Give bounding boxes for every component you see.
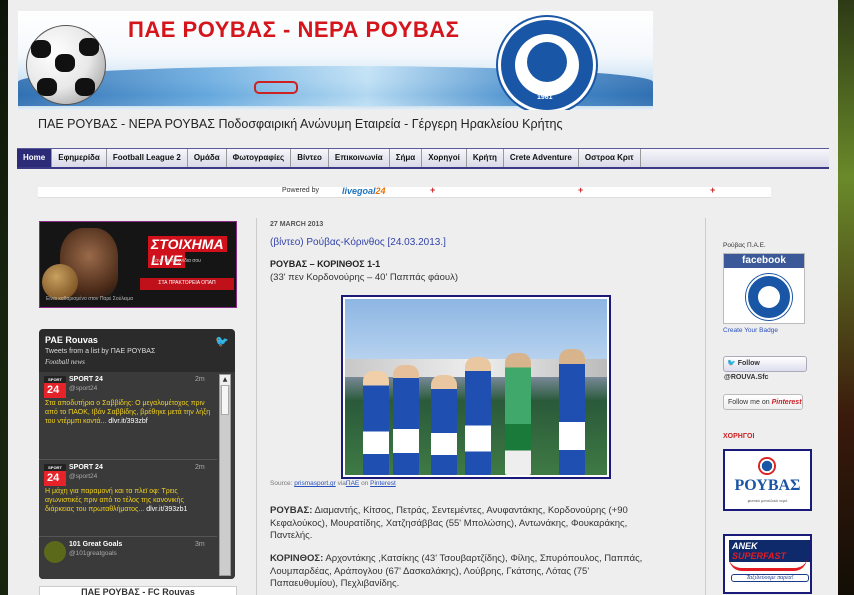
livegoal-ticker[interactable]: Powered by livegoal24 + + + [38, 185, 771, 198]
sponsor-title: ΡΟΥΒΑΣ [734, 477, 801, 494]
nav-crete[interactable]: Κρήτη [467, 149, 504, 167]
sponsor-anek-superfast[interactable]: ANEK SUPERFAST Ταξιδεύουμε παρέα! [723, 534, 812, 594]
nav-emblem[interactable]: Σήμα [390, 149, 423, 167]
ad-ball-image [42, 264, 78, 300]
tweet-feed-scrollbar[interactable]: ▲ [219, 374, 231, 576]
tweet-link[interactable]: dlvr.it/393zb1 [146, 506, 187, 513]
nav-photos[interactable]: Φωτογραφίες [227, 149, 292, 167]
water-drop-icon [758, 457, 776, 475]
fb-likebox-title[interactable]: ΠΑΕ ΡΟΥΒΑΣ - FC Rouvas [39, 586, 237, 595]
scrollbar-thumb[interactable] [221, 385, 229, 415]
nav-crete-adventure[interactable]: Crete Adventure [504, 149, 579, 167]
twitter-bird-icon[interactable]: 🐦 [215, 335, 229, 348]
ticker-flag-icon: + [430, 185, 436, 195]
sponsor-subtitle: Ταξιδεύουμε παρέα! [731, 574, 809, 582]
ticker-powered-by: Powered by [282, 187, 319, 194]
twitter-widget-subtitle: Tweets from a list by ΠΑΕ ΡΟΥΒΑΣ [45, 348, 156, 355]
tweet-handle[interactable]: @sport24 [69, 473, 97, 480]
page: ΠΑΕ ΡΟΥΒΑΣ - ΝΕΡΑ ΡΟΥΒΑΣ 1961 ΠΑΕ ΡΟΥΒΑΣ… [8, 0, 838, 595]
create-badge-link[interactable]: Create Your Badge [723, 327, 778, 334]
sponsor-subtitle: φυσικό μεταλλικό νερό [747, 498, 788, 503]
facebook-badge[interactable]: facebook [723, 253, 805, 324]
sport24-avatar[interactable]: SPORT 24 [44, 464, 66, 486]
sport24-avatar[interactable]: SPORT 24 [44, 376, 66, 398]
match-photo[interactable] [341, 295, 611, 479]
tweet-handle[interactable]: @sport24 [69, 385, 97, 392]
ad-subtitle: Κάνε τα παιχνίδια σου [152, 258, 201, 264]
scroll-up-icon[interactable]: ▲ [220, 375, 230, 385]
tweet[interactable]: 101 Great Goals @101greatgoals 3m [39, 537, 217, 577]
tweet-feed: SPORT 24 SPORT 24 @sport24 2m Στα αποδυτή… [39, 372, 235, 579]
credit-pinterest-link[interactable]: Pinterest [370, 480, 396, 487]
nav-newspaper[interactable]: Εφημερίδα [52, 149, 107, 167]
football-icon [26, 25, 106, 105]
tweet[interactable]: SPORT 24 SPORT 24 @sport24 2m Στα αποδυτή… [39, 372, 217, 460]
site-description: ΠΑΕ ΡΟΥΒΑΣ - ΝΕΡΑ ΡΟΥΒΑΣ Ποδοσφαιρική Αν… [38, 117, 563, 131]
nav-football-league-2[interactable]: Football League 2 [107, 149, 188, 167]
column-divider [705, 218, 706, 595]
ticker-flag-icon: + [710, 185, 716, 195]
logo-year: 1961 [537, 94, 553, 101]
banner-decoration [254, 81, 298, 94]
pinterest-follow-button[interactable]: Follow me on Pinterest [723, 394, 803, 410]
header-banner[interactable]: ΠΑΕ ΡΟΥΒΑΣ - ΝΕΡΑ ΡΟΥΒΑΣ 1961 [18, 11, 653, 110]
tweet-time[interactable]: 2m [195, 464, 205, 471]
ad-caption: Είναι καθαρισμένο στον Παρέ Σούλειμα [46, 296, 133, 302]
tweet-author[interactable]: 101 Great Goals [69, 541, 122, 548]
twitter-widget: PAE Rouvas Tweets from a list by ΠΑΕ ΡΟΥ… [39, 329, 235, 579]
banner-title: ΠΑΕ ΡΟΥΒΑΣ - ΝΕΡΑ ΡΟΥΒΑΣ [128, 17, 460, 42]
credit-user-link[interactable]: ΠΑΕ [346, 480, 359, 487]
club-logo [746, 274, 792, 320]
twitter-list-name[interactable]: Football news [45, 358, 85, 366]
101greatgoals-avatar[interactable] [44, 541, 66, 563]
browser-edge [838, 0, 854, 595]
facebook-logo: facebook [724, 254, 804, 268]
nav-video[interactable]: Βίντεο [291, 149, 329, 167]
post-date: 27 MARCH 2013 [270, 221, 324, 228]
post-title[interactable]: (βίντεο) Ρούβας-Κόρινθος [24.03.2013.] [270, 237, 446, 248]
tweet-link[interactable]: dlvr.it/393zbf [108, 418, 147, 425]
twitter-widget-title[interactable]: PAE Rouvas [45, 335, 98, 345]
tweet[interactable]: SPORT 24 SPORT 24 @sport24 2m Η μάχη για … [39, 460, 217, 537]
main-navigation: Home Εφημερίδα Football League 2 Ομάδα Φ… [17, 148, 829, 169]
credit-source-link[interactable]: prismasport.gr [294, 480, 336, 487]
fb-badge-label: Ρούβας Π.Α.Ε. [723, 242, 766, 249]
twitter-bird-icon: 🐦 [727, 360, 736, 367]
tweet-author[interactable]: SPORT 24 [69, 376, 103, 383]
club-logo: 1961 [498, 17, 596, 110]
lineup-away: ΚΟΡΙΝΘΟΣ: Αρχοντάκης ,Κατσίκης (43' Τσου… [270, 553, 643, 589]
ad-strip-text: ΣΤΑ ΠΡΑΚΤΟΡΕΙΑ ΟΠΑΠ [158, 280, 216, 286]
tweet-author[interactable]: SPORT 24 [69, 464, 103, 471]
tweet-time[interactable]: 3m [195, 541, 205, 548]
nav-home[interactable]: Home [17, 149, 53, 167]
tweet-text: Στα αποδυτήρια ο Σαββίδης: Ο μεγαλομέτοχ… [45, 400, 211, 425]
tweet-time[interactable]: 2m [195, 376, 205, 383]
match-score: ΡΟΥΒΑΣ – ΚΟΡΙΝΘΟΣ 1-1 [270, 259, 381, 269]
match-goals: (33' πεν Κορδονούρης – 40' Παππάς φάουλ) [270, 272, 459, 283]
photo-credit: Source: prismasport.gr viaΠΑΕ on Pintere… [270, 480, 396, 487]
nav-team[interactable]: Ομάδα [188, 149, 227, 167]
twitter-follow-button[interactable]: 🐦 Follow @ROUVA.Sfc [723, 356, 807, 381]
tweet-handle[interactable]: @101greatgoals [69, 550, 117, 557]
sponsor-rouvas-water[interactable]: ΡΟΥΒΑΣ φυσικό μεταλλικό νερό [723, 449, 812, 511]
nav-contact[interactable]: Επικοινωνία [329, 149, 390, 167]
nav-sponsors[interactable]: Χορηγοί [422, 149, 467, 167]
match-photo-image [345, 299, 607, 475]
column-divider [256, 218, 257, 595]
swoosh-icon [729, 558, 807, 571]
ticker-flag-icon: + [578, 185, 584, 195]
tweet-text: Η μάχη για παραμονή και τα πλεϊ οφ: Τρει… [45, 488, 188, 513]
tree-icon [527, 42, 567, 82]
nav-ostroa-krit[interactable]: Οστροα Κριτ [579, 149, 641, 167]
stoixima-ad[interactable]: ΣΤΟΙΧΗΜΑ LIVE Κάνε τα παιχνίδια σου ΣΤΑ Π… [39, 221, 237, 308]
lineup-home: ΡΟΥΒΑΣ: Διαμαντής, Κίτσος, Πετράς, Σεντε… [270, 505, 628, 541]
sponsors-heading: ΧΟΡΗΓΟΙ [723, 433, 755, 440]
livegoal-logo[interactable]: livegoal24 [342, 186, 386, 196]
